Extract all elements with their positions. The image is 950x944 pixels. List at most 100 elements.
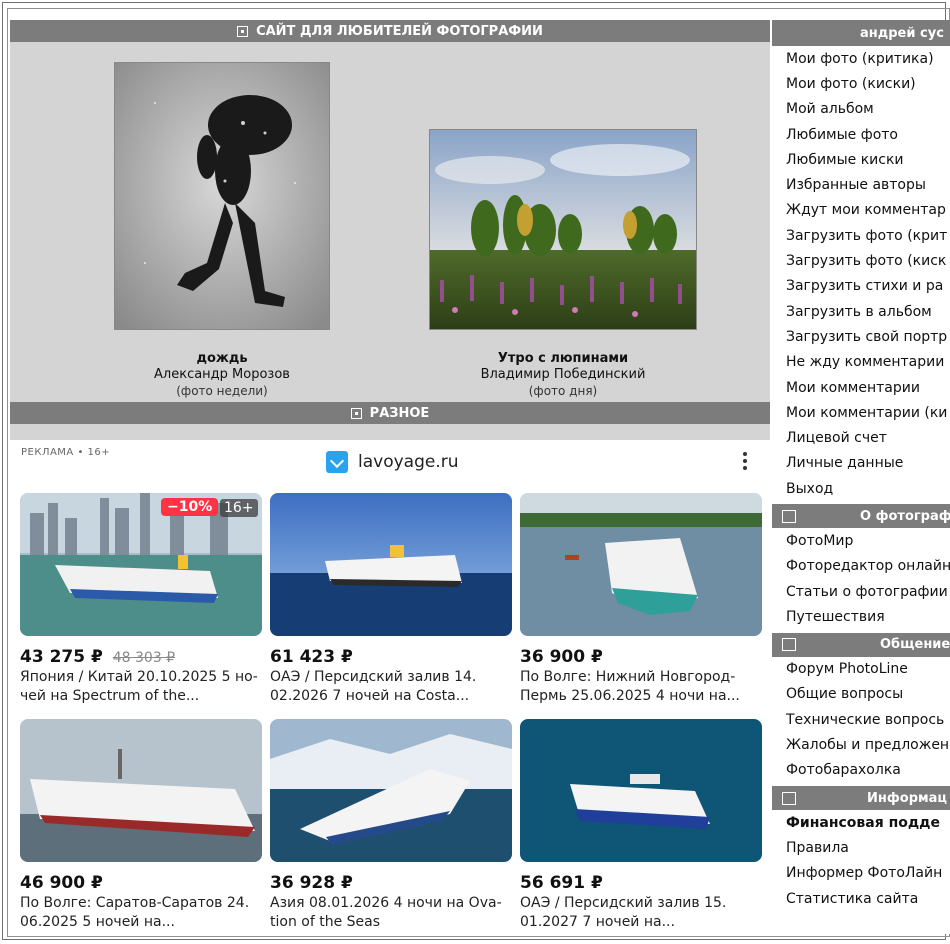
sidebar-user-bar: андрей сус (772, 20, 950, 46)
ad-card-desc[interactable]: По Волге: Нижний Новгород-Пермь 25.06.20… (520, 668, 760, 706)
ad-card[interactable]: 36 900 ₽ По Волге: Нижний Новгород-Пермь… (520, 493, 762, 706)
sidebar-user-menu: Мои фото (критика) Мои фото (киски) Мой ал… (772, 46, 950, 501)
chat-icon (782, 638, 796, 652)
sidebar-link[interactable]: Мои комментарии (ки (772, 400, 950, 425)
camera-icon (237, 25, 249, 37)
ad-card-desc[interactable]: Азия 08.01.2026 4 ночи на Ova-tion of th… (270, 894, 510, 932)
photo-week-caption: дождь Александр Морозов (фото недели) (122, 351, 322, 399)
featured-photos: дождь Александр Морозов (фото недели) Ут… (10, 42, 770, 402)
ad-card-image[interactable] (270, 493, 512, 636)
misc-gap (10, 424, 770, 440)
ad-card-desc[interactable]: ОАЭ / Персидский залив 15. 01.2027 7 ноч… (520, 894, 760, 932)
book-icon (782, 509, 796, 523)
ad-advertiser[interactable]: lavoyage.ru (326, 451, 459, 473)
sidebar-link[interactable]: Статьи о фотографии (772, 579, 950, 604)
sidebar-section-photo: О фотограф (772, 504, 950, 529)
info-icon (782, 791, 796, 805)
ad-card-image[interactable]: −10% 16+ (20, 493, 262, 636)
sidebar-link[interactable]: ФотоМир (772, 528, 950, 553)
sidebar-link[interactable]: Финансовая подде (772, 810, 950, 835)
sidebar-link[interactable]: Личные данные (772, 451, 950, 476)
sidebar-link[interactable]: Мои фото (критика) (772, 46, 950, 71)
sidebar-link[interactable]: Загрузить в альбом (772, 299, 950, 324)
sidebar-link[interactable]: Правила (772, 835, 950, 860)
ad-card-image[interactable] (270, 719, 512, 862)
ad-block: РЕКЛАМА • 16+ lavoyage.ru −10% 16+ 43 27… (10, 440, 770, 934)
misc-bar: РАЗНОЕ (10, 402, 770, 424)
sidebar-link[interactable]: Общие вопросы (772, 682, 950, 707)
ad-card-price: 61 423 ₽ (270, 647, 353, 667)
sidebar-section-info: Информац (772, 786, 950, 811)
sidebar-section-talk-title: Общение (880, 637, 950, 653)
main-column: САЙТ ДЛЯ ЛЮБИТЕЛЕЙ ФОТОГРАФИИ дождь Алек… (10, 20, 770, 934)
ad-card[interactable]: 36 928 ₽ Азия 08.01.2026 4 ночи на Ova-t… (270, 719, 512, 932)
sidebar-link[interactable]: Загрузить свой портр (772, 324, 950, 349)
sidebar-link[interactable]: Загрузить фото (киск (772, 248, 950, 273)
price-value: 43 275 ₽ (20, 647, 103, 667)
ad-card[interactable]: 46 900 ₽ По Волге: Саратов-Саратов 24. 0… (20, 719, 262, 932)
sidebar-link[interactable]: Любимые фото (772, 122, 950, 147)
ad-card-desc[interactable]: Япония / Китай 20.10.2025 5 но-чей на Sp… (20, 668, 260, 706)
sidebar-link[interactable]: Жалобы и предложен (772, 732, 950, 757)
ad-card[interactable]: 56 691 ₽ ОАЭ / Персидский залив 15. 01.2… (520, 719, 762, 932)
ad-card[interactable]: −10% 16+ 43 275 ₽ 48 303 ₽ Япония / Кита… (20, 493, 262, 706)
sidebar-link[interactable]: Ждут мои комментар (772, 198, 950, 223)
sidebar-photo-menu: ФотоМир Фоторедактор онлайн Статьи о фотог… (772, 528, 950, 629)
sidebar-link[interactable]: Форум PhotoLine (772, 657, 950, 682)
sidebar-talk-menu: Форум PhotoLine Общие вопросы Технические … (772, 657, 950, 783)
sidebar: андрей сус Мои фото (критика) Мои фото (к… (772, 20, 950, 934)
photo-week-title[interactable]: дождь (122, 351, 322, 367)
sidebar-link[interactable]: Технические вопрось (772, 707, 950, 732)
sidebar-link[interactable]: Загрузить фото (крит (772, 223, 950, 248)
sidebar-link[interactable]: Не жду комментарии (772, 350, 950, 375)
sidebar-link[interactable]: Загрузить стихи и ра (772, 274, 950, 299)
more-options-icon[interactable] (743, 452, 747, 473)
sidebar-link[interactable]: Статистика сайта (772, 886, 950, 911)
ad-card-price: 46 900 ₽ (20, 873, 103, 893)
sidebar-link[interactable]: Лицевой счет (772, 425, 950, 450)
sidebar-link[interactable]: Избранные авторы (772, 172, 950, 197)
ad-label: РЕКЛАМА • 16+ (21, 447, 111, 458)
sidebar-link[interactable]: Путешествия (772, 604, 950, 629)
lavoyage-logo-icon (326, 451, 348, 473)
sidebar-link[interactable]: Мои фото (киски) (772, 71, 950, 96)
photo-day-image[interactable] (429, 129, 697, 330)
sidebar-section-photo-title: О фотограф (860, 508, 950, 524)
misc-title: РАЗНОЕ (369, 405, 430, 421)
ad-card-image[interactable] (520, 719, 762, 862)
ad-card-price: 36 900 ₽ (520, 647, 603, 667)
photo-day-title[interactable]: Утро с люпинами (453, 351, 673, 367)
sidebar-section-info-title: Информац (867, 790, 948, 806)
sidebar-link[interactable]: Выход (772, 476, 950, 501)
old-price: 48 303 ₽ (112, 650, 176, 666)
ad-card-price: 56 691 ₽ (520, 873, 603, 893)
ad-card-price: 36 928 ₽ (270, 873, 353, 893)
sidebar-link[interactable]: Фоторедактор онлайн (772, 554, 950, 579)
sidebar-info-menu: Финансовая подде Правила Информер ФотоЛайн… (772, 810, 950, 911)
sidebar-link[interactable]: Любимые киски (772, 147, 950, 172)
discount-badge: −10% (161, 498, 219, 516)
photo-week-note: (фото недели) (176, 384, 268, 398)
sidebar-link[interactable]: Фотобарахолка (772, 758, 950, 783)
age-badge: 16+ (220, 499, 258, 517)
ad-card-desc[interactable]: По Волге: Саратов-Саратов 24. 06.2025 5 … (20, 894, 260, 932)
photo-week-author[interactable]: Александр Морозов (122, 367, 322, 383)
sidebar-username[interactable]: андрей сус (860, 26, 944, 41)
site-header-bar: САЙТ ДЛЯ ЛЮБИТЕЛЕЙ ФОТОГРАФИИ (10, 20, 770, 42)
sidebar-link[interactable]: Мои комментарии (772, 375, 950, 400)
sidebar-link[interactable]: Информер ФотоЛайн (772, 861, 950, 886)
misc-icon (350, 407, 362, 419)
ad-card-price: 43 275 ₽ 48 303 ₽ (20, 647, 262, 667)
photo-day-author[interactable]: Владимир Побединский (453, 367, 673, 383)
photo-day-caption: Утро с люпинами Владимир Побединский (фо… (453, 351, 673, 399)
photo-week-image[interactable] (114, 62, 330, 330)
ad-card-desc[interactable]: ОАЭ / Персидский залив 14. 02.2026 7 ноч… (270, 668, 510, 706)
ad-domain[interactable]: lavoyage.ru (358, 452, 459, 472)
ad-card-image[interactable] (520, 493, 762, 636)
sidebar-link[interactable]: Мой альбом (772, 97, 950, 122)
ad-card[interactable]: 61 423 ₽ ОАЭ / Персидский залив 14. 02.2… (270, 493, 512, 706)
sidebar-section-talk: Общение (772, 632, 950, 657)
photo-day-note: (фото дня) (528, 384, 598, 398)
ad-card-image[interactable] (20, 719, 262, 862)
site-title: САЙТ ДЛЯ ЛЮБИТЕЛЕЙ ФОТОГРАФИИ (256, 23, 543, 39)
